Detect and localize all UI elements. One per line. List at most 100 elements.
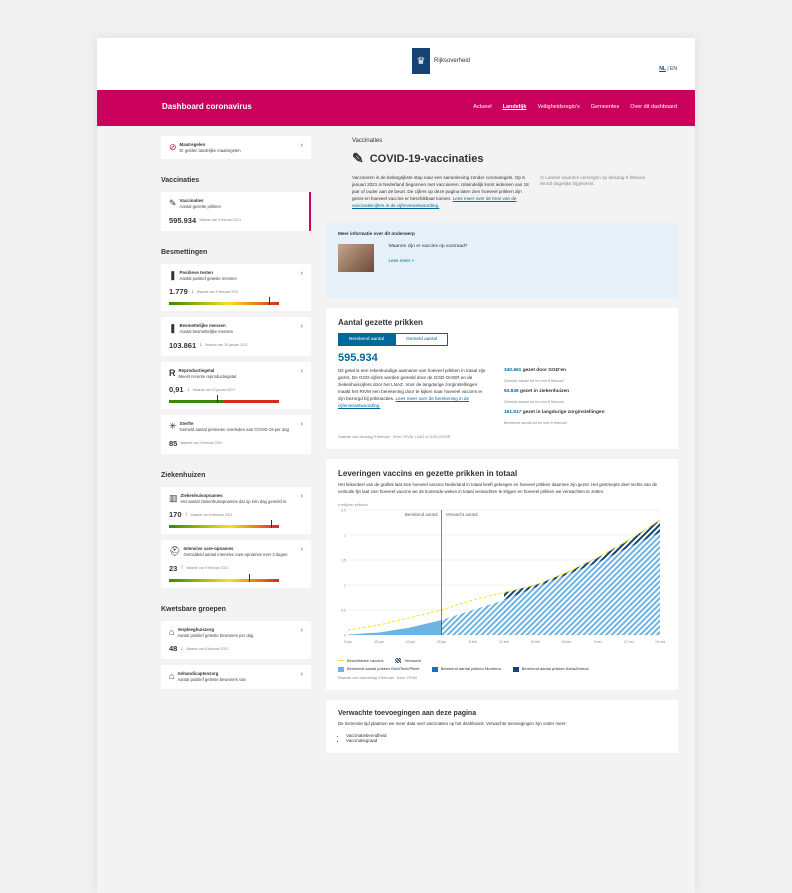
legend-item: Beschikbare vaccins [338, 658, 383, 663]
y-tick-label: 1 [344, 583, 346, 587]
sidebar-item-sub: Meest recente reproductiegetal [178, 373, 237, 379]
nav-landelijk[interactable]: Landelijk [503, 104, 527, 110]
syringe-icon: ✎ [169, 198, 177, 209]
lang-en[interactable]: EN [670, 66, 677, 72]
legend-label: Berekend aantal prikken AstraZeneca [521, 666, 589, 672]
stat-note: Gemeld aantal tot en met 8 februari [504, 400, 564, 405]
sidebar-item-reproductiegetal[interactable]: R Reproductiegetal Meest recente reprodu… [161, 361, 311, 410]
stat-value: 161.517 [504, 410, 522, 416]
care-home-icon: ⌂ [169, 671, 175, 682]
value-date: Waarde van 9 februari 2021 [196, 289, 239, 294]
info-item[interactable]: Waarom zijn er vaccins op voorraad? Lees… [388, 244, 467, 267]
sidebar-item-sub: Het aantal ziekenhuisopnames dat op één … [180, 498, 288, 504]
y-tick-label: 2,5 [341, 508, 346, 512]
legend-swatch [338, 666, 344, 672]
update-note: ◷ Laatste waardes verkregen op dinsdag 9… [540, 175, 650, 209]
panel-title: Verwachte toevoegingen aan deze pagina [338, 709, 477, 717]
chevron-right-icon: › [300, 626, 303, 634]
sidebar-item-vaccinaties[interactable]: ✎ Vaccinaties Aantal gezette prikken 595… [161, 192, 311, 231]
logo[interactable]: ♛ Rijksoverheid [412, 48, 470, 74]
sidebar-item-sterfte[interactable]: ✳ Sterfte Gemeld aantal personen overled… [161, 415, 311, 454]
x-tick-label: 12 mrt [624, 640, 634, 644]
tab-gemeld[interactable]: Gemeld aantal [394, 333, 449, 347]
sidebar-item-sub: Aantal positief geteste bewoners per dag [177, 632, 254, 638]
nav-title[interactable]: Dashboard coronavirus [162, 102, 252, 111]
x-tick-label: 5 mrt [594, 640, 602, 644]
y-tick-label: 2 [344, 533, 346, 537]
chart-legend: Beschikbare vaccins Verwacht [338, 658, 666, 664]
legend-swatch [431, 666, 438, 672]
value: 595.934 [169, 215, 197, 225]
value: 103.861 [169, 340, 197, 350]
x-tick-label: 15 jan [374, 640, 384, 644]
sidebar-item-sub: Er gelden landelijke maatregelen [179, 148, 241, 153]
gauge-bar [169, 395, 279, 404]
lang-nl[interactable]: NL [659, 66, 666, 72]
stat-value: 93.836 [504, 389, 519, 395]
sidebar-item-ic-opnames[interactable]: ⛑ Intensive care-opnames Gemiddeld aanta… [161, 540, 311, 588]
chevron-right-icon: › [300, 671, 303, 679]
value: 48 [169, 644, 178, 654]
value: 85 [169, 438, 178, 448]
sidebar-item-title: Gehandicaptenzorg [177, 671, 219, 677]
value-date: Waarde van 9 februari 2021 [199, 218, 242, 223]
intro: Vaccineren is de belangrijkste stap naar… [352, 175, 678, 209]
nav-over[interactable]: Over dit dashboard [630, 104, 677, 110]
tab-berekend[interactable]: Berekend aantal [338, 333, 395, 347]
chevron-right-icon: › [300, 367, 303, 375]
x-tick-label: 8 jan [344, 640, 352, 644]
nav-links: Actueel Landelijk Veiligheidsregio's Gem… [473, 104, 677, 110]
arrow-up-icon: ↑ [180, 565, 184, 572]
nav-gemeentes[interactable]: Gemeentes [591, 104, 619, 110]
value-date: Waarde van 28 januari 2021 [205, 343, 248, 348]
gauge-bar [169, 520, 279, 529]
logo-text: Rijksoverheid [434, 58, 471, 64]
crown-icon: ♛ [412, 48, 430, 74]
x-tick-label: 22 jan [406, 640, 416, 644]
gauge-bar [169, 297, 279, 306]
chart-areas [347, 519, 661, 635]
x-tick-label: 29 jan [437, 640, 447, 644]
sidebar-item-sub: Aantal besmettelijke mensen [179, 329, 234, 335]
legend-label: Berekend aantal prikken BioNTech/Pfizer [347, 666, 420, 672]
value-date: Waarde van 9 februari 2021 [180, 441, 223, 446]
read-more-link[interactable]: Lees meer > [388, 258, 414, 263]
y-tick-label: 0,5 [341, 608, 346, 612]
x-tick-label: 5 feb [469, 640, 477, 644]
sidebar-item-besmettelijk[interactable]: ❚ Besmettelijke mensen Aantal besmetteli… [161, 317, 311, 356]
sidebar-item-gehandicaptenzorg[interactable]: ⌂ Gehandicaptenzorg Aantal positief gete… [161, 665, 311, 689]
sidebar-item-positieve-testen[interactable]: ❚ Positieve testen Aantal positief getes… [161, 263, 311, 312]
gauge-marker [269, 297, 270, 306]
ic-bed-icon: ⛑ [169, 546, 181, 557]
gauge-marker [271, 520, 272, 529]
x-tick-label: 19 feb [530, 640, 540, 644]
nav-actueel[interactable]: Actueel [473, 104, 491, 110]
nav-veiligheidsregios[interactable]: Veiligheidsregio's [537, 104, 579, 110]
prikken-stats: 340.661 gezet door GGD'en Gemeld aantal t… [504, 368, 605, 431]
content: Vaccinaties ✎ COVID-19-vaccinaties Vaccin… [326, 126, 678, 893]
sidebar: ⊘ Maatregelen Er gelden landelijke maatr… [161, 126, 311, 893]
sidebar-item-title: Sterfte [179, 421, 194, 427]
arrow-up-icon: ↑ [184, 511, 188, 518]
update-note-text: Laatste waardes verkregen op dinsdag 9 f… [540, 175, 647, 186]
lang-separator: | [667, 66, 669, 72]
sidebar-item-ziekenhuisopnames[interactable]: ▥ Ziekenhuisopnames Het aantal ziekenhui… [161, 486, 311, 535]
chart-svg: x miljoen prikken 0 0,5 1 1,5 2 2,5 Berekend … [338, 502, 665, 644]
r-icon: R [169, 367, 176, 378]
test-icon: ❚ [169, 269, 177, 280]
x-tick-label: 26 feb [562, 640, 572, 644]
intro-text: Vaccineren is de belangrijkste stap naar… [352, 175, 532, 209]
section-heading: Kwetsbare groepen [161, 605, 226, 613]
legend-label: Berekend aantal prikken Moderna [440, 666, 501, 672]
tabs: Berekend aantal Gemeld aantal [338, 333, 666, 347]
sidebar-item-verpleeghuiszorg[interactable]: ⌂ Verpleeghuiszorg Aantal positief getes… [161, 620, 311, 660]
sidebar-item-sub: Gemeld aantal personen overleden aan COV… [179, 427, 289, 433]
dashboard-page: ♛ Rijksoverheid NL | EN Dashboard corona… [97, 38, 695, 893]
virus-icon: ✳ [169, 421, 177, 432]
page-title-text: COVID-19-vaccinaties [369, 152, 484, 165]
prikken-panel: Aantal gezette prikken Berekend aantal G… [326, 308, 678, 450]
hospital-icon: ▥ [169, 492, 178, 503]
sidebar-item-maatregelen[interactable]: ⊘ Maatregelen Er gelden landelijke maatr… [161, 136, 311, 160]
stat-note: Gemeld aantal tot en met 8 februari [504, 379, 564, 384]
page-title: ✎ COVID-19-vaccinaties [352, 150, 678, 167]
